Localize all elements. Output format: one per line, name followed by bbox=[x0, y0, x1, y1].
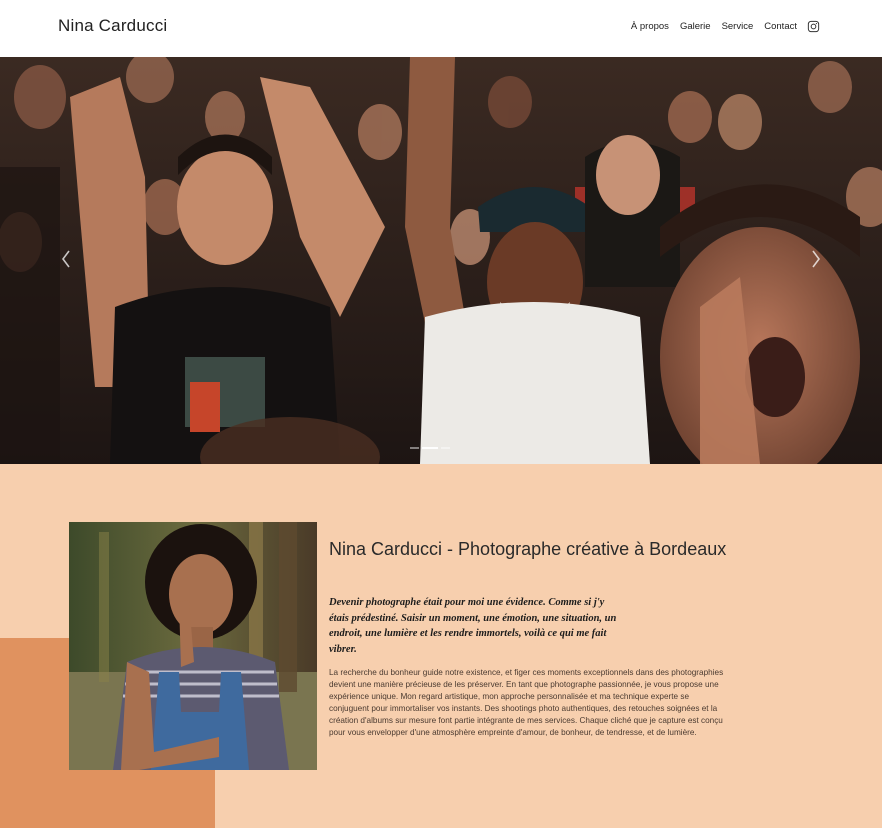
site-header: Nina Carducci À propos Galerie Service C… bbox=[0, 0, 882, 57]
about-body: La recherche du bonheur guide notre exis… bbox=[329, 668, 724, 738]
hero-carousel bbox=[0, 57, 882, 464]
nav-link-a-propos[interactable]: À propos bbox=[631, 21, 669, 32]
nav-link-contact[interactable]: Contact bbox=[764, 21, 797, 32]
nav-link-service[interactable]: Service bbox=[722, 21, 754, 32]
concert-crowd-photo bbox=[0, 57, 882, 464]
nav-link-galerie[interactable]: Galerie bbox=[680, 21, 711, 32]
about-section: Nina Carducci - Photographe créative à B… bbox=[0, 464, 882, 828]
carousel-dot-1[interactable] bbox=[410, 447, 419, 449]
carousel-indicators bbox=[410, 447, 453, 449]
brand-logo[interactable]: Nina Carducci bbox=[58, 16, 167, 36]
about-quote: Devenir photographe était pour moi une é… bbox=[329, 597, 617, 655]
chevron-right-icon[interactable] bbox=[808, 247, 824, 271]
main-nav: À propos Galerie Service Contact bbox=[620, 20, 820, 33]
carousel-dot-2[interactable] bbox=[422, 447, 438, 449]
instagram-icon[interactable] bbox=[807, 20, 820, 33]
portrait-photo bbox=[69, 522, 317, 770]
chevron-left-icon[interactable] bbox=[58, 247, 74, 271]
portrait-image bbox=[69, 522, 317, 770]
about-title: Nina Carducci - Photographe créative à B… bbox=[329, 539, 727, 559]
carousel-dot-3[interactable] bbox=[441, 447, 450, 449]
